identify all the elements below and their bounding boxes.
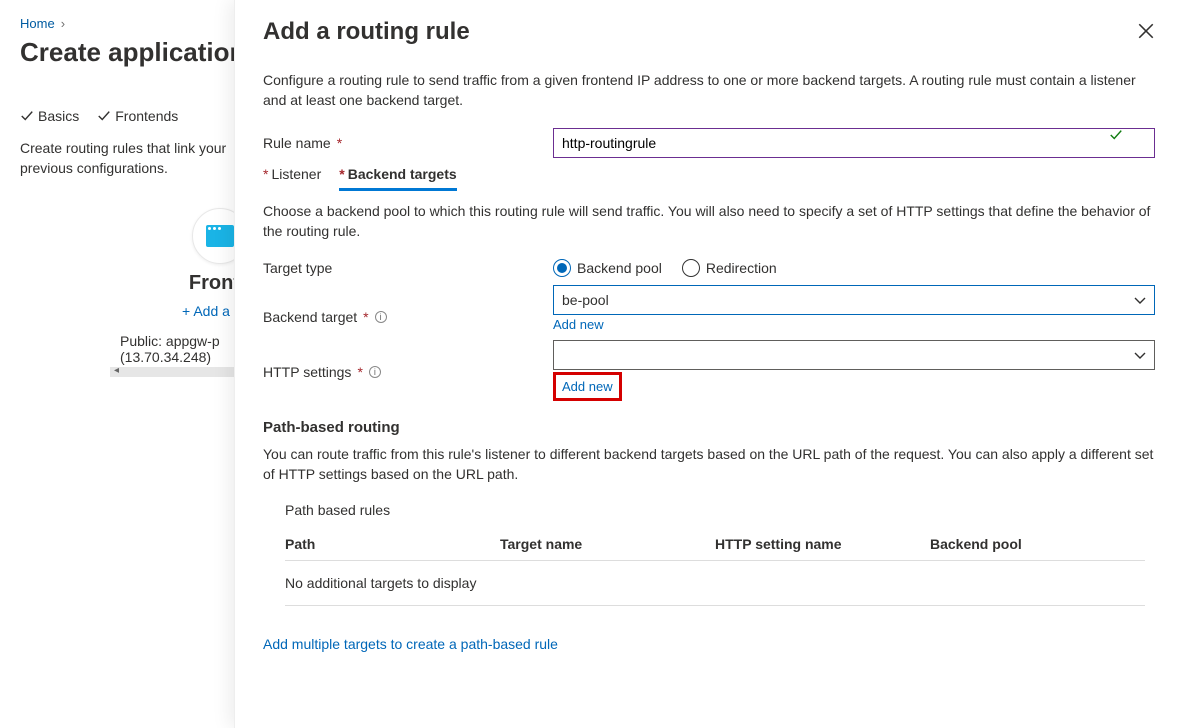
checkmark-icon <box>1109 128 1123 147</box>
info-icon[interactable]: i <box>369 366 381 378</box>
chevron-right-icon: › <box>61 16 65 31</box>
panel-title: Add a routing rule <box>263 18 470 46</box>
stepper-frontends-label: Frontends <box>115 108 178 124</box>
backend-target-select[interactable]: be-pool <box>553 285 1155 315</box>
stepper-frontends[interactable]: Frontends <box>97 108 178 124</box>
stepper-basics[interactable]: Basics <box>20 108 79 124</box>
path-routing-intro: You can route traffic from this rule's l… <box>263 444 1155 484</box>
info-icon[interactable]: i <box>375 311 387 323</box>
radio-backend-pool-label: Backend pool <box>577 260 662 276</box>
radio-backend-pool[interactable]: Backend pool <box>553 259 662 277</box>
table-empty-row: No additional targets to display <box>285 561 1145 606</box>
check-icon <box>20 109 34 123</box>
http-settings-label: HTTP settings* i <box>263 340 553 380</box>
path-rules-table: Path based rules Path Target name HTTP s… <box>285 502 1145 606</box>
tab-listener[interactable]: Listener <box>263 166 321 191</box>
path-routing-heading: Path-based routing <box>263 419 1155 436</box>
panel-intro: Configure a routing rule to send traffic… <box>263 70 1155 110</box>
add-multiple-targets-link[interactable]: Add multiple targets to create a path-ba… <box>263 636 1155 652</box>
backend-intro: Choose a backend pool to which this rout… <box>263 201 1155 241</box>
chevron-down-icon <box>1134 349 1146 365</box>
radio-selected-icon <box>553 259 571 277</box>
radio-unselected-icon <box>682 259 700 277</box>
col-pool: Backend pool <box>930 536 1145 552</box>
page-description: Create routing rules that link your prev… <box>20 138 240 178</box>
rule-name-label: Rule name* <box>263 135 553 151</box>
table-header-row: Path Target name HTTP setting name Backe… <box>285 528 1145 561</box>
target-type-label: Target type <box>263 260 553 276</box>
close-icon[interactable] <box>1137 22 1155 40</box>
backend-target-value: be-pool <box>562 292 609 308</box>
rule-name-input[interactable] <box>553 128 1155 158</box>
breadcrumb-home[interactable]: Home <box>20 16 55 31</box>
stepper-basics-label: Basics <box>38 108 79 124</box>
chevron-down-icon <box>1134 294 1146 310</box>
table-title: Path based rules <box>285 502 1145 518</box>
browser-window-icon <box>206 225 234 247</box>
col-target: Target name <box>500 536 715 552</box>
radio-redirection[interactable]: Redirection <box>682 259 777 277</box>
http-settings-select[interactable] <box>553 340 1155 370</box>
check-icon <box>97 109 111 123</box>
scroll-left-icon: ◂ <box>114 365 119 376</box>
routing-rule-panel: Add a routing rule Configure a routing r… <box>234 0 1179 728</box>
col-http: HTTP setting name <box>715 536 930 552</box>
radio-redirection-label: Redirection <box>706 260 777 276</box>
tabs: Listener Backend targets <box>263 166 1155 191</box>
backend-target-label: Backend target* i <box>263 285 553 325</box>
col-path: Path <box>285 536 500 552</box>
add-new-http-settings[interactable]: Add new <box>553 372 622 401</box>
add-new-backend-target[interactable]: Add new <box>553 317 1155 332</box>
tab-backend-targets[interactable]: Backend targets <box>339 166 456 191</box>
target-type-radio-group: Backend pool Redirection <box>553 259 777 277</box>
